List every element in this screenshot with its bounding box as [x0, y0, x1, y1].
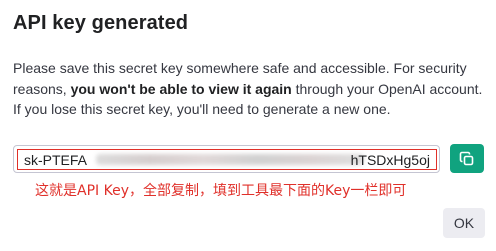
copy-icon [459, 151, 474, 165]
dialog-title: API key generated [13, 12, 189, 34]
secret-key-field[interactable]: sk-PTEFA hTSDxHg5oj [13, 145, 440, 173]
secret-key-highlight[interactable]: sk-PTEFA hTSDxHg5oj [17, 149, 437, 170]
dialog-description: Please save this secret key somewhere sa… [13, 58, 487, 120]
secret-key-redaction [96, 154, 364, 165]
ok-button[interactable]: OK [443, 208, 485, 238]
secret-key-suffix: hTSDxHg5oj [350, 152, 430, 168]
key-annotation-note: 这就是API Key，全部复制，填到工具最下面的Key一栏即可 [35, 183, 407, 199]
secret-key-prefix: sk-PTEFA [24, 152, 88, 168]
description-bold-warning: you won't be able to view it again [70, 80, 292, 97]
copy-key-button[interactable] [450, 144, 484, 173]
api-key-dialog: API key generated Please save this secre… [0, 0, 496, 251]
